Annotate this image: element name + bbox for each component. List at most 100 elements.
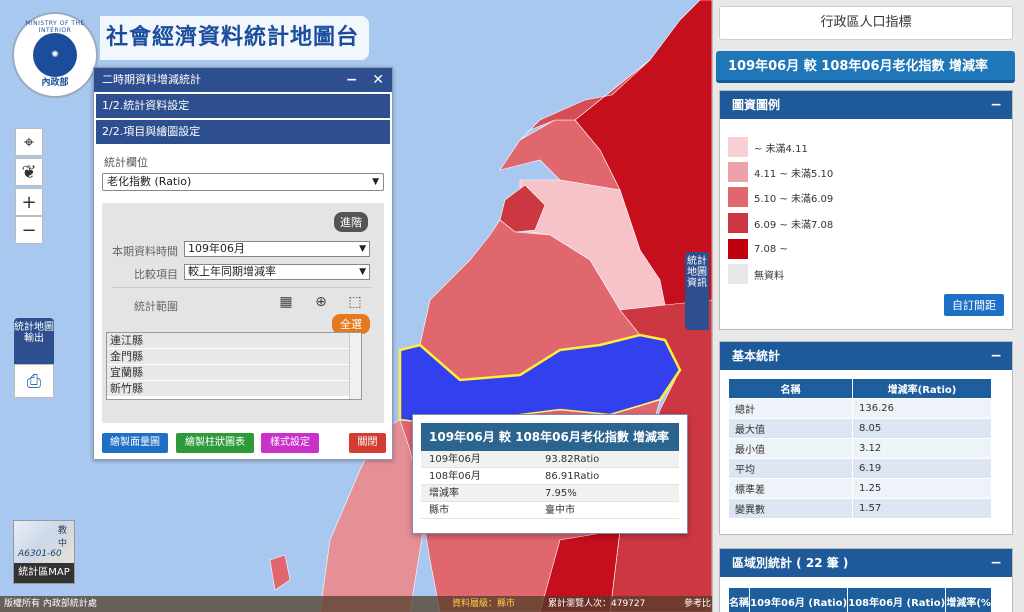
period-select[interactable]: 109年06月 ▼ bbox=[184, 241, 370, 257]
column-header[interactable]: 增減率(% bbox=[945, 587, 992, 612]
mini-map-button[interactable]: A6301-60 教中 統計區MAP bbox=[13, 520, 75, 584]
zoom-in-icon[interactable]: + bbox=[15, 188, 43, 216]
collapse-icon[interactable]: − bbox=[990, 91, 1002, 119]
legend-item: 無資料 bbox=[728, 264, 784, 284]
step-item-draw-settings[interactable]: 2/2.項目與繪圖設定 bbox=[96, 120, 390, 144]
list-item[interactable]: 宜蘭縣 bbox=[107, 365, 361, 381]
list-item[interactable]: 新竹縣 bbox=[107, 381, 361, 397]
legend-item: ~ 未滿4.11 bbox=[728, 137, 808, 157]
draw-area-map-button[interactable]: 繪製面量圖 bbox=[102, 433, 168, 453]
stat-field-value: 老化指數 (Ratio) bbox=[107, 175, 192, 188]
chevron-down-icon: ▼ bbox=[372, 177, 379, 187]
legend-swatch bbox=[728, 239, 748, 259]
table-row: 標準差 1.25 bbox=[728, 478, 992, 499]
period-compare-panel: 二時期資料增減統計 − ✕ 1/2.統計資料設定 2/2.項目與繪圖設定 統計欄… bbox=[93, 67, 393, 460]
region-stats-header[interactable]: 區域別統計 ( 22 筆 ) − bbox=[720, 549, 1012, 577]
popup-row: 108年06月 86.91Ratio bbox=[421, 468, 679, 485]
map-info-tab[interactable]: 統計地圖資訊 bbox=[685, 252, 709, 330]
taiwan-extent-icon[interactable]: ❦ bbox=[15, 158, 43, 186]
table-row: 最大值 8.05 bbox=[728, 418, 992, 439]
legend-item: 5.10 ~ 未滿6.09 bbox=[728, 187, 833, 207]
legend-header[interactable]: 圖資圖例 − bbox=[720, 91, 1012, 119]
mini-map-sign: 教中 bbox=[58, 526, 68, 549]
legend-swatch bbox=[728, 137, 748, 157]
region-stats-box: 區域別統計 ( 22 筆 ) − 名稱 109年06月 (Ratio) 108年… bbox=[719, 548, 1013, 612]
region-stats-title: 區域別統計 ( 22 筆 ) bbox=[732, 556, 849, 570]
indicator-title[interactable]: 行政區人口指標 bbox=[719, 6, 1013, 40]
minimize-icon[interactable]: − bbox=[346, 72, 358, 88]
status-bar: 版權所有 內政部統計處 資料層級：縣市 累計瀏覽人次：479727 參考比 bbox=[0, 596, 712, 612]
logo-ring-text: MINISTRY OF THE INTERIOR bbox=[25, 20, 85, 34]
right-panel: 行政區人口指標 109年06月 較 108年06月老化指數 增減率 圖資圖例 −… bbox=[712, 0, 1024, 612]
site-title: 社會經濟資料統計地圖台 bbox=[100, 16, 370, 60]
chevron-down-icon: ▼ bbox=[359, 244, 366, 254]
legend-title: 圖資圖例 bbox=[732, 98, 781, 112]
column-header[interactable]: 名稱 bbox=[727, 587, 751, 612]
period-label: 本期資料時間 bbox=[112, 245, 178, 258]
compare-select[interactable]: 較上年同期增減率 ▼ bbox=[184, 264, 370, 280]
county-list[interactable]: 連江縣 金門縣 宜蘭縣 新竹縣 bbox=[106, 332, 362, 400]
list-item[interactable]: 金門縣 bbox=[107, 349, 361, 365]
basic-stats-table: 名稱 增減率(Ratio) 總計 136.26 最大值 8.05 最小值 3.12 平均… bbox=[728, 378, 992, 519]
panel-header: 二時期資料增減統計 − ✕ bbox=[94, 68, 392, 92]
legend-swatch bbox=[728, 187, 748, 207]
column-header: 增減率(Ratio) bbox=[852, 378, 992, 399]
custom-interval-button[interactable]: 自訂間距 bbox=[944, 294, 1004, 316]
copyright-text: 版權所有 內政部統計處 bbox=[4, 599, 97, 609]
mini-map-thumbnail: A6301-60 教中 bbox=[14, 521, 74, 563]
list-scrollbar[interactable] bbox=[349, 333, 361, 399]
basic-stats-header[interactable]: 基本統計 − bbox=[720, 342, 1012, 370]
legend-item: 4.11 ~ 未滿5.10 bbox=[728, 162, 833, 182]
popup-table: 109年06月 93.82Ratio 108年06月 86.91Ratio 增減率 7… bbox=[421, 451, 679, 519]
legend-box: 圖資圖例 − ~ 未滿4.11 4.11 ~ 未滿5.10 5.10 ~ 未滿6… bbox=[719, 90, 1013, 330]
printer-icon[interactable]: ⎙ bbox=[14, 364, 54, 398]
region-stats-table: 名稱 109年06月 (Ratio) 108年06月 (Ratio) 增減率(% bbox=[727, 587, 992, 612]
data-level-text: 資料層級：縣市 bbox=[452, 599, 516, 609]
logo-bottom-text: 內政部 bbox=[41, 78, 69, 88]
ministry-logo: MINISTRY OF THE INTERIOR ✺ 內政部 bbox=[12, 12, 98, 98]
close-button[interactable]: 關閉 bbox=[349, 433, 386, 453]
logo-emblem-icon: ✺ bbox=[33, 33, 77, 77]
range-label: 統計範圍 bbox=[134, 300, 178, 313]
period-value: 109年06月 bbox=[188, 242, 245, 255]
draw-bar-chart-button[interactable]: 繪製柱狀圖表 bbox=[176, 433, 254, 453]
collapse-icon[interactable]: − bbox=[990, 549, 1002, 577]
close-icon[interactable]: ✕ bbox=[372, 72, 384, 88]
reference-text: 參考比 bbox=[684, 599, 712, 609]
step-stat-settings[interactable]: 1/2.統計資料設定 bbox=[96, 94, 390, 118]
map-export[interactable]: 統計地圖輸出 ⎙ bbox=[14, 318, 54, 398]
zoom-out-icon[interactable]: − bbox=[15, 216, 43, 244]
table-row: 平均 6.19 bbox=[728, 458, 992, 479]
table-row: 最小值 3.12 bbox=[728, 438, 992, 459]
basic-stats-box: 基本統計 − 名稱 增減率(Ratio) 總計 136.26 最大值 8.05 最小值… bbox=[719, 341, 1013, 535]
column-header: 名稱 bbox=[728, 378, 853, 399]
table-select-icon[interactable]: ▦ bbox=[277, 294, 295, 312]
box-select-icon[interactable]: ⬚ bbox=[346, 294, 364, 312]
map-popup: 109年06月 較 108年06月老化指數 增減率 109年06月 93.82Ra… bbox=[412, 414, 688, 534]
popup-title: 109年06月 較 108年06月老化指數 增減率 bbox=[421, 423, 679, 451]
indicator-banner: 109年06月 較 108年06月老化指數 增減率 bbox=[716, 51, 1015, 83]
visit-count-text: 累計瀏覽人次：479727 bbox=[548, 599, 646, 609]
mini-map-text: A6301-60 bbox=[18, 549, 62, 559]
style-settings-button[interactable]: 樣式設定 bbox=[261, 433, 319, 453]
zoom-select-icon[interactable]: ⊕ bbox=[312, 294, 330, 312]
legend-item: 7.08 ~ bbox=[728, 239, 788, 259]
column-header[interactable]: 109年06月 (Ratio) bbox=[749, 587, 849, 612]
mini-map-label[interactable]: 統計區MAP bbox=[14, 563, 74, 583]
export-label[interactable]: 統計地圖輸出 bbox=[14, 318, 54, 364]
stat-field-label: 統計欄位 bbox=[104, 156, 148, 169]
locate-icon[interactable]: ⌖ bbox=[15, 128, 43, 156]
advanced-button[interactable]: 進階 bbox=[334, 212, 368, 232]
column-header[interactable]: 108年06月 (Ratio) bbox=[847, 587, 947, 612]
popup-row: 109年06月 93.82Ratio bbox=[421, 451, 679, 468]
list-item[interactable]: 連江縣 bbox=[107, 333, 361, 349]
legend-item: 6.09 ~ 未滿7.08 bbox=[728, 213, 833, 233]
compare-value: 較上年同期增減率 bbox=[188, 265, 276, 278]
divider bbox=[112, 287, 372, 288]
collapse-icon[interactable]: − bbox=[990, 342, 1002, 370]
select-all-button[interactable]: 全選 bbox=[332, 314, 370, 334]
panel-title: 二時期資料增減統計 bbox=[102, 73, 201, 86]
chevron-down-icon: ▼ bbox=[359, 267, 366, 277]
stat-field-select[interactable]: 老化指數 (Ratio) ▼ bbox=[102, 173, 384, 191]
popup-row: 縣市 臺中市 bbox=[421, 502, 679, 519]
